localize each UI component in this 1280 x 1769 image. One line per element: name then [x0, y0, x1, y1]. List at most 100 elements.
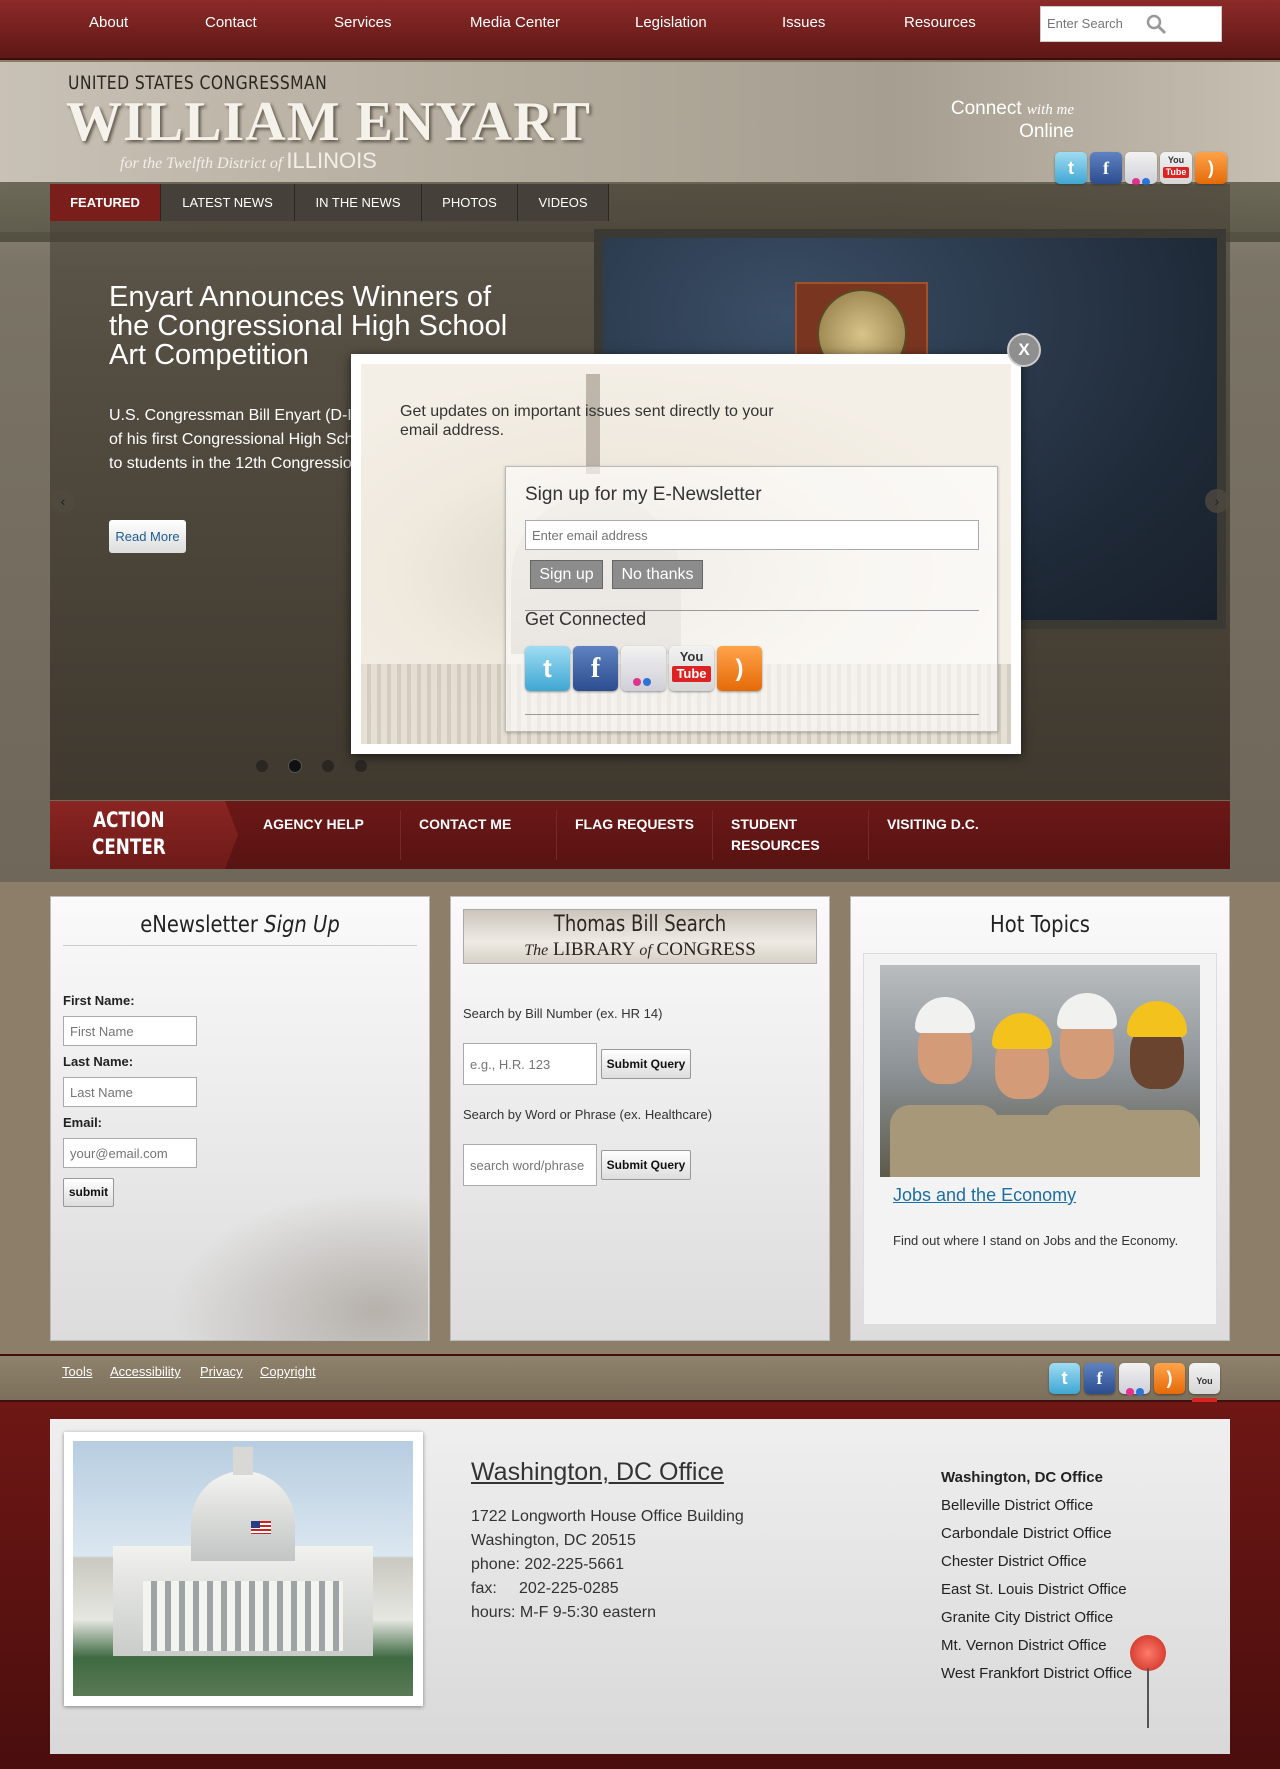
- modal-signup-button[interactable]: Sign up: [530, 560, 603, 589]
- capitol-tower: [233, 1447, 253, 1475]
- twitter-icon[interactable]: t: [525, 646, 570, 691]
- nav-issues[interactable]: Issues: [782, 14, 825, 31]
- footer-link-copyright[interactable]: Copyright: [260, 1364, 316, 1379]
- read-more-button[interactable]: Read More: [109, 520, 186, 553]
- rss-icon[interactable]: ): [1154, 1363, 1185, 1394]
- youtube-icon[interactable]: YouTube: [1160, 152, 1192, 184]
- tab-in-the-news[interactable]: IN THE NEWS: [295, 184, 422, 221]
- footer-link-accessibility[interactable]: Accessibility: [110, 1364, 181, 1379]
- office-link-west-frankfort[interactable]: West Frankfort District Office: [941, 1665, 1132, 1682]
- nav-services[interactable]: Services: [334, 14, 392, 31]
- slide-dots: [256, 759, 388, 777]
- email-label: Email:: [63, 1115, 103, 1130]
- footer-link-tools[interactable]: Tools: [62, 1364, 92, 1379]
- rss-icon[interactable]: ): [1195, 152, 1227, 184]
- office-link-granite-city[interactable]: Granite City District Office: [941, 1609, 1113, 1626]
- bill-number-input[interactable]: [463, 1043, 597, 1085]
- search-icon[interactable]: [1145, 13, 1167, 35]
- capitol-photo: [73, 1441, 413, 1696]
- youtube-icon[interactable]: YouTube: [669, 646, 714, 691]
- site-title[interactable]: WILLIAM ENYART: [66, 90, 591, 154]
- workers-photo[interactable]: [880, 965, 1200, 1177]
- nav-resources[interactable]: Resources: [904, 14, 976, 31]
- action-label-line: CENTER: [92, 835, 166, 859]
- nav-about[interactable]: About: [89, 14, 128, 31]
- first-name-input[interactable]: [63, 1016, 197, 1046]
- dc-fax: fax: 202-225-0285: [471, 1580, 619, 1597]
- slide-body: U.S. Congressman Bill Enyart (D-I of his…: [109, 404, 379, 476]
- hardhat: [915, 997, 975, 1033]
- submit-button[interactable]: submit: [63, 1178, 114, 1207]
- signup-panel: Sign up for my E-Newsletter Sign up No t…: [505, 466, 998, 732]
- office-link-carbondale[interactable]: Carbondale District Office: [941, 1525, 1112, 1542]
- thomas-banner-library: LIBRARY: [552, 939, 635, 960]
- phrase-submit-button[interactable]: Submit Query: [601, 1150, 691, 1180]
- search-box: [1040, 6, 1222, 42]
- first-name-label: First Name:: [63, 993, 135, 1008]
- facebook-icon[interactable]: f: [1084, 1363, 1115, 1394]
- newsletter-title-em: Sign Up: [264, 912, 340, 938]
- email-input[interactable]: [63, 1138, 197, 1168]
- divider: [400, 810, 401, 860]
- dc-office-title[interactable]: Washington, DC Office: [471, 1458, 724, 1487]
- office-link-chester[interactable]: Chester District Office: [941, 1553, 1087, 1570]
- flickr-icon[interactable]: [621, 646, 666, 691]
- signup-heading: Sign up for my E-Newsletter: [525, 484, 762, 505]
- shirt: [1110, 1110, 1200, 1177]
- office-link-mt-vernon[interactable]: Mt. Vernon District Office: [941, 1637, 1107, 1654]
- rss-icon[interactable]: ): [717, 646, 762, 691]
- nav-contact[interactable]: Contact: [205, 14, 257, 31]
- slide-dot[interactable]: [256, 760, 268, 772]
- pen-image: [170, 1190, 428, 1340]
- hot-topic-link[interactable]: Jobs and the Economy: [893, 1185, 1076, 1206]
- modal-social-links: t f You Tube): [525, 646, 765, 691]
- prev-arrow-icon[interactable]: ‹: [51, 489, 75, 513]
- last-name-label: Last Name:: [63, 1054, 134, 1069]
- action-contact-me[interactable]: CONTACT ME: [419, 814, 511, 835]
- office-link-washington[interactable]: Washington, DC Office: [941, 1469, 1103, 1486]
- phrase-input[interactable]: [463, 1144, 597, 1186]
- facebook-icon[interactable]: f: [1090, 152, 1122, 184]
- flickr-icon[interactable]: [1119, 1363, 1150, 1396]
- connect-with: with me: [1026, 102, 1074, 118]
- hardhat: [1057, 993, 1117, 1029]
- slide-dot[interactable]: [322, 760, 334, 772]
- subtitle-district: for the Twelfth District of: [120, 155, 283, 172]
- nav-media-center[interactable]: Media Center: [470, 14, 560, 31]
- slide-body-line: of his first Congressional High Sch: [109, 431, 354, 448]
- last-name-input[interactable]: [63, 1077, 197, 1107]
- dc-address-line: 1722 Longworth House Office Building: [471, 1508, 744, 1525]
- tab-latest-news[interactable]: LATEST NEWS: [161, 184, 295, 221]
- modal-no-thanks-button[interactable]: No thanks: [612, 560, 703, 589]
- divider: [525, 714, 979, 715]
- twitter-icon[interactable]: t: [1055, 152, 1087, 184]
- bill-submit-button[interactable]: Submit Query: [601, 1049, 691, 1079]
- tab-videos[interactable]: VIDEOS: [518, 184, 609, 221]
- top-nav: About Contact Services Media Center Legi…: [0, 0, 1280, 60]
- thomas-banner-the: The: [524, 942, 549, 959]
- action-visiting-dc[interactable]: VISITING D.C.: [887, 814, 979, 835]
- nav-legislation[interactable]: Legislation: [635, 14, 707, 31]
- action-agency-help[interactable]: AGENCY HELP: [263, 814, 364, 835]
- action-flag-requests[interactable]: FLAG REQUESTS: [575, 814, 694, 835]
- divider: [712, 810, 713, 860]
- office-link-belleville[interactable]: Belleville District Office: [941, 1497, 1093, 1514]
- facebook-icon[interactable]: f: [573, 646, 618, 691]
- slide-dot[interactable]: [355, 760, 367, 772]
- modal-email-input[interactable]: [525, 520, 979, 550]
- divider: [63, 945, 417, 946]
- office-link-east-st-louis[interactable]: East St. Louis District Office: [941, 1581, 1127, 1598]
- thomas-banner[interactable]: Thomas Bill Search The LIBRARY of CONGRE…: [463, 909, 817, 964]
- tab-featured[interactable]: FEATURED: [50, 184, 161, 221]
- tab-photos[interactable]: PHOTOS: [422, 184, 518, 221]
- footer-link-privacy[interactable]: Privacy: [200, 1364, 243, 1379]
- youtube-icon[interactable]: YouTube: [1189, 1363, 1220, 1429]
- capitol-dome: [191, 1471, 295, 1561]
- modal-close-button[interactable]: X: [1007, 333, 1041, 367]
- slide-dot-active[interactable]: [289, 760, 301, 772]
- flickr-icon[interactable]: [1125, 152, 1157, 186]
- next-arrow-icon[interactable]: ›: [1205, 489, 1229, 513]
- dc-address-line: Washington, DC 20515: [471, 1532, 636, 1549]
- twitter-icon[interactable]: t: [1049, 1363, 1080, 1394]
- action-student-resources[interactable]: STUDENT RESOURCES: [731, 814, 841, 856]
